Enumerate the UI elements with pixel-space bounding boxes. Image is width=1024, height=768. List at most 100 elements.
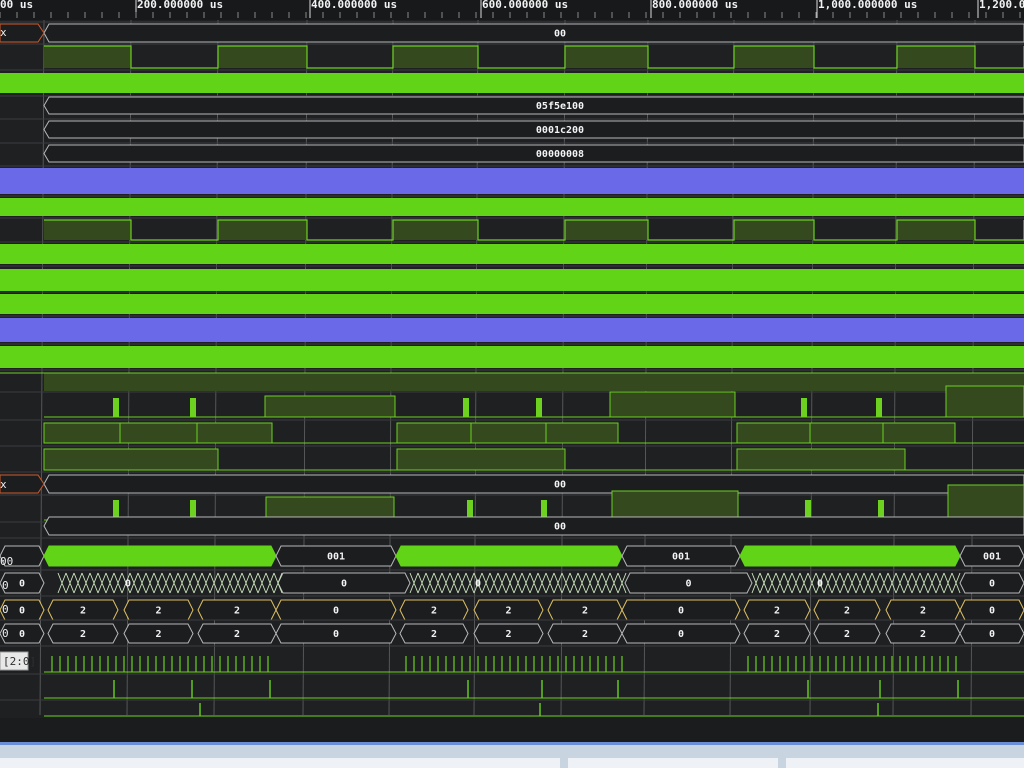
bus-segment: [43, 96, 1024, 115]
bus-row-0001c200[interactable]: 0001c200: [43, 120, 1024, 139]
bus-value: 00: [554, 522, 566, 533]
high-level-fill: [947, 484, 1024, 521]
bus-value: 2: [774, 629, 780, 640]
time-ruler[interactable]: 00 us 200.000000 us 400.000000 us 600.00000…: [0, 0, 1024, 20]
high-level-fill: [809, 422, 884, 444]
pulse: [190, 398, 196, 417]
bus-row-00-low[interactable]: 00: [43, 516, 1024, 536]
bottom-scroll-area[interactable]: [0, 718, 1024, 768]
bus-value: 2: [844, 606, 850, 617]
bus-value: 2: [234, 629, 240, 640]
high-level-fill: [565, 46, 648, 68]
high-level-fill: [897, 46, 975, 68]
bright-signal-bar[interactable]: [0, 244, 1024, 264]
bus-value: 00000008: [536, 149, 584, 160]
bus-value: 2: [505, 629, 511, 640]
ruler-label: 600.000000 us: [482, 0, 568, 11]
bus-value: 0: [989, 629, 995, 640]
status-field: [786, 758, 1024, 768]
bus-value: 0: [817, 579, 823, 590]
ruler-label: 00 us: [0, 0, 33, 11]
pulse: [536, 398, 542, 417]
high-level-fill: [470, 422, 547, 444]
high-level-fill: [119, 422, 198, 444]
bus-row-00-mid[interactable]: 00: [0, 474, 1024, 494]
bus-value: 0: [678, 606, 684, 617]
bus-row-05f5e100[interactable]: 05f5e100: [43, 96, 1024, 115]
high-level-fill: [882, 422, 956, 444]
ruler-label: 1,200.00: [979, 0, 1024, 11]
high-level-fill: [44, 220, 131, 240]
bus-value: 2: [582, 629, 588, 640]
high-level-fill: [196, 422, 273, 444]
high-level-fill: [945, 385, 1024, 418]
bus-value: 0: [333, 629, 339, 640]
high-level-fill: [609, 391, 736, 418]
high-level-fill: [43, 422, 121, 444]
bus-row-001[interactable]: 001 001 001: [0, 545, 1024, 567]
bus-segment: [43, 23, 1024, 43]
high-level-fill: [393, 220, 478, 240]
bus-value: 001: [327, 552, 345, 563]
bus-value: 0: [685, 579, 691, 590]
bus-value: 001: [672, 552, 690, 563]
bus-value: 0: [125, 579, 131, 590]
bus-segment-active: [43, 545, 277, 567]
bus-segment: [43, 474, 1024, 494]
high-level-fill: [734, 220, 814, 240]
bus-value: 0: [19, 606, 25, 617]
bright-signal-bar[interactable]: [0, 294, 1024, 314]
signal-name-label[interactable]: x: [0, 478, 7, 491]
high-level-fill: [736, 422, 811, 444]
bus-value: 2: [844, 629, 850, 640]
ruler-label: 800.000000 us: [652, 0, 738, 11]
bus-value: 2: [155, 606, 161, 617]
high-level-fill: [734, 46, 814, 68]
high-level-fill: [897, 220, 975, 240]
bus-value: 0: [678, 629, 684, 640]
status-field: [0, 758, 560, 768]
bus-segment: [43, 120, 1024, 139]
signal-name-label[interactable]: 0: [2, 579, 9, 592]
bus-row-count-b[interactable]: 0 2 2 2 0 2 2 2 0 2 2 2 0: [0, 599, 1024, 621]
bus-value: 0: [19, 629, 25, 640]
bright-signal-bar[interactable]: [0, 346, 1024, 368]
bus-value: 2: [582, 606, 588, 617]
signal-name-label-selected[interactable]: [2:0]: [3, 655, 36, 668]
bus-value: 0: [989, 579, 995, 590]
bus-value: 2: [431, 629, 437, 640]
scrollbar-track-highlight: [0, 742, 1024, 745]
blue-signal-bar[interactable]: [0, 318, 1024, 342]
bright-signal-bar[interactable]: [0, 73, 1024, 93]
stagger-row-2[interactable]: [43, 448, 1024, 471]
bright-signal-bar[interactable]: [0, 269, 1024, 291]
bus-value: 2: [155, 629, 161, 640]
bus-value: 001: [983, 552, 1001, 563]
bus-row-00-top[interactable]: 00: [0, 23, 1024, 43]
bus-segment: [43, 144, 1024, 163]
signal-name-label[interactable]: 0: [2, 603, 9, 616]
status-field: [568, 758, 778, 768]
bright-signal-bar[interactable]: [0, 198, 1024, 216]
stagger-row-1[interactable]: [43, 422, 1024, 444]
bus-value: 00: [554, 480, 566, 491]
high-level-fill: [545, 422, 619, 444]
signal-name-label[interactable]: 0: [2, 627, 9, 640]
bus-value: 05f5e100: [536, 101, 584, 112]
bus-value: 2: [431, 606, 437, 617]
bus-row-count-c[interactable]: 0 2 2 2 0 2 2 2 0 2 2 2 0: [0, 623, 1024, 644]
bus-value: 0: [341, 579, 347, 590]
bus-value: 2: [920, 629, 926, 640]
high-level-fill: [396, 448, 566, 471]
signal-name-label[interactable]: x: [0, 26, 7, 39]
empty-row-area: [0, 718, 1024, 742]
pulse: [113, 398, 119, 417]
ruler-label: 400.000000 us: [311, 0, 397, 11]
bus-row-00000008[interactable]: 00000008: [43, 144, 1024, 163]
bus-value: 2: [80, 629, 86, 640]
blue-signal-bar[interactable]: [0, 168, 1024, 194]
signal-name-label[interactable]: 00: [0, 555, 13, 568]
state-band-row[interactable]: [0, 372, 1024, 391]
high-level-fill: [611, 490, 739, 521]
waveform-viewer[interactable]: 00 us 200.000000 us 400.000000 us 600.00000…: [0, 0, 1024, 768]
